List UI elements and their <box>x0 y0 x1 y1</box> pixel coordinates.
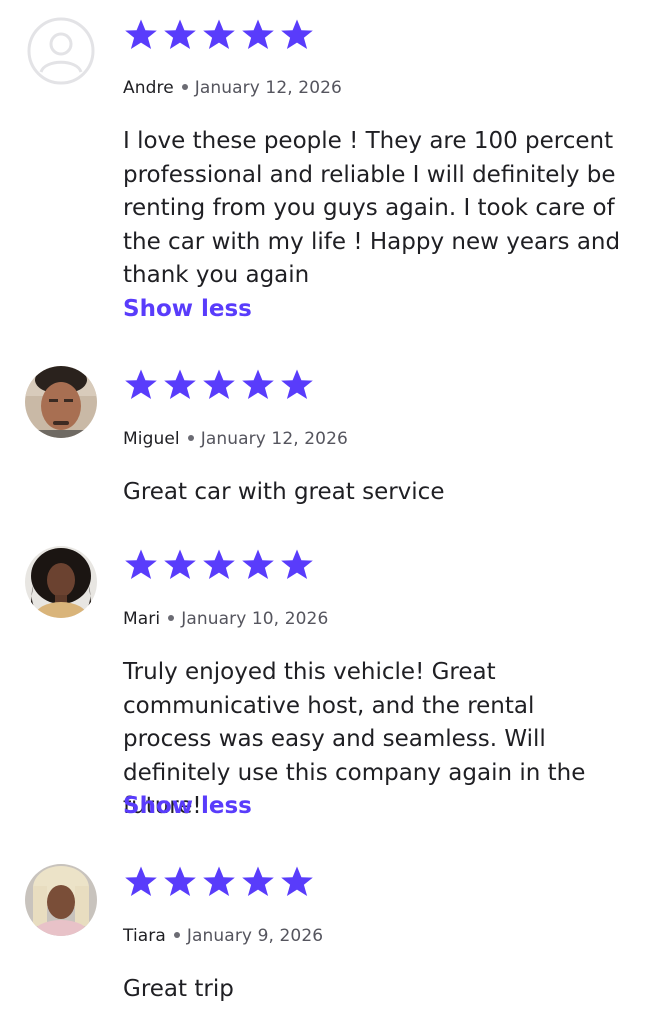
star-rating <box>124 368 314 404</box>
review-meta: Miguel January 12, 2026 <box>123 429 348 449</box>
star-rating <box>124 548 314 584</box>
star-icon <box>203 369 235 399</box>
star-icon <box>203 549 235 579</box>
review-meta: Tiara January 9, 2026 <box>123 926 323 946</box>
avatar <box>25 546 97 618</box>
star-icon <box>242 866 274 896</box>
star-icon <box>164 549 196 579</box>
reviewer-name: Mari <box>123 609 161 629</box>
star-icon <box>203 866 235 896</box>
review-date: January 9, 2026 <box>186 926 324 946</box>
star-icon <box>164 369 196 399</box>
separator-dot <box>187 434 194 441</box>
star-icon <box>164 866 196 896</box>
separator-dot <box>168 614 175 621</box>
star-icon <box>125 19 157 49</box>
reviewer-name: Miguel <box>123 429 180 449</box>
star-rating <box>124 18 314 54</box>
star-icon <box>164 19 196 49</box>
avatar-default-icon <box>27 17 95 85</box>
review-date: January 10, 2026 <box>181 609 329 629</box>
avatar <box>25 864 97 936</box>
review-date: January 12, 2026 <box>200 429 348 449</box>
star-icon <box>125 549 157 579</box>
star-icon <box>242 549 274 579</box>
reviewer-name: Andre <box>123 78 174 98</box>
review-meta: Mari January 10, 2026 <box>123 609 328 629</box>
review-meta: Andre January 12, 2026 <box>123 78 342 98</box>
star-icon <box>242 369 274 399</box>
star-icon <box>281 549 313 579</box>
review-text: Great trip <box>123 976 234 1002</box>
review-text: Great car with great service <box>123 479 445 505</box>
star-icon <box>242 19 274 49</box>
star-icon <box>125 866 157 896</box>
avatar <box>25 366 97 438</box>
star-icon <box>203 19 235 49</box>
review-text: I love these people ! They are 100 perce… <box>123 128 621 288</box>
star-icon <box>125 369 157 399</box>
separator-dot <box>181 83 188 90</box>
star-icon <box>281 19 313 49</box>
star-rating <box>124 865 314 901</box>
reviewer-name: Tiara <box>123 926 166 946</box>
review-date: January 12, 2026 <box>194 78 342 98</box>
separator-dot <box>173 931 180 938</box>
show-less-button[interactable]: Show less <box>123 296 252 322</box>
star-icon <box>281 866 313 896</box>
star-icon <box>281 369 313 399</box>
show-less-button[interactable]: Show less <box>123 793 252 819</box>
